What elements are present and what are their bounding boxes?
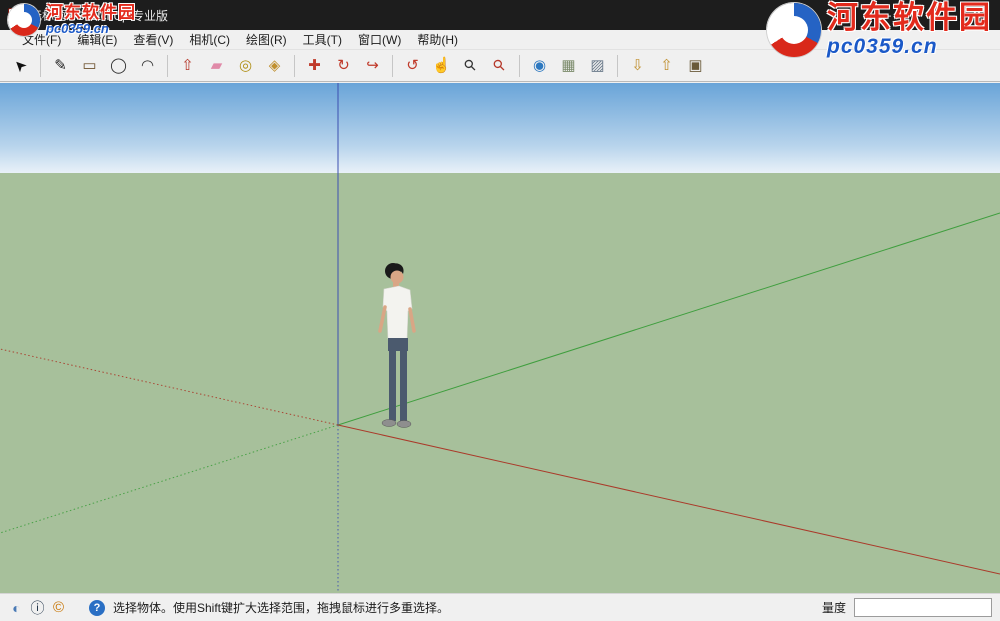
pan-icon: ☝: [432, 58, 451, 73]
orbit-tool-button[interactable]: ↺: [399, 52, 426, 79]
paint-bucket-icon: ◈: [269, 58, 281, 73]
arc-tool-button[interactable]: ◠: [134, 52, 161, 79]
zoom-icon: ⚲: [461, 56, 479, 74]
sketchup-window: 无标题 - SketchUp 专业版 — □ ✕ 文件(F) 编辑(E) 查看(…: [0, 0, 1000, 621]
offset-icon: ↪: [366, 58, 379, 73]
get-models-tool-button[interactable]: ⇩: [624, 52, 651, 79]
help-icon[interactable]: ?: [89, 600, 105, 616]
window-title: 无标题 - SketchUp 专业版: [30, 7, 168, 24]
model-info-icon[interactable]: ⓘ: [29, 599, 46, 616]
toggle-terrain-tool-button[interactable]: ▦: [555, 52, 582, 79]
menu-window[interactable]: 窗口(W): [350, 30, 409, 50]
menu-edit[interactable]: 编辑(E): [69, 30, 125, 50]
person-left-shoe: [382, 420, 396, 427]
menu-view[interactable]: 查看(V): [125, 30, 181, 50]
rotate-tool-button[interactable]: ↻: [330, 52, 357, 79]
rectangle-tool-button[interactable]: ▭: [76, 52, 103, 79]
rotate-icon: ↻: [337, 58, 350, 73]
measurements-input[interactable]: [854, 598, 992, 617]
move-icon: ✚: [308, 58, 321, 73]
line-tool-button[interactable]: ✎: [47, 52, 74, 79]
menu-tools[interactable]: 工具(T): [295, 30, 350, 50]
measurements-label: 量度: [822, 599, 846, 616]
push-pull-icon: ⇧: [181, 58, 194, 73]
toolbar-separator: [392, 55, 393, 77]
photo-textures-icon: ▨: [590, 58, 604, 73]
offset-tool-button[interactable]: ↪: [359, 52, 386, 79]
circle-tool-button[interactable]: ◯: [105, 52, 132, 79]
toolbar-separator: [617, 55, 618, 77]
menu-file[interactable]: 文件(F): [14, 30, 69, 50]
line-icon: ✎: [54, 58, 67, 73]
paint-bucket-tool-button[interactable]: ◈: [261, 52, 288, 79]
maximize-button[interactable]: □: [908, 0, 954, 30]
get-models-icon: ⇩: [631, 58, 644, 73]
sketchup-logo-icon: [8, 8, 23, 23]
person-right-shoe: [397, 421, 411, 428]
menu-camera[interactable]: 相机(C): [181, 30, 238, 50]
menu-help[interactable]: 帮助(H): [409, 30, 466, 50]
geolocation-icon[interactable]: ◐: [8, 599, 25, 616]
status-bar: ◐ ⓘ © ? 选择物体。使用Shift键扩大选择范围，拖拽鼠标进行多重选择。 …: [0, 593, 1000, 621]
title-bar: 无标题 - SketchUp 专业版 — □ ✕: [0, 0, 1000, 30]
add-location-icon: ◉: [533, 58, 546, 73]
zoom-extents-tool-button[interactable]: ⚲: [486, 52, 513, 79]
move-tool-button[interactable]: ✚: [301, 52, 328, 79]
tape-measure-icon: ◎: [239, 58, 252, 73]
menu-bar: 文件(F) 编辑(E) 查看(V) 相机(C) 绘图(R) 工具(T) 窗口(W…: [0, 30, 1000, 50]
components-icon: ▣: [688, 58, 702, 73]
toolbar-tools: ➤ ✎ ▭ ◯ ◠ ⇧ ▰ ◎ ◈ ✚ ↻ ↪ ↺ ☝ ⚲ ⚲ ◉ ▦ ▨ ⇩ ⇧ ▣: [0, 50, 1000, 82]
share-model-tool-button[interactable]: ⇧: [653, 52, 680, 79]
close-button[interactable]: ✕: [954, 0, 1000, 30]
eraser-tool-button[interactable]: ▰: [203, 52, 230, 79]
photo-textures-tool-button[interactable]: ▨: [584, 52, 611, 79]
eraser-icon: ▰: [211, 58, 223, 73]
push-pull-tool-button[interactable]: ⇧: [174, 52, 201, 79]
orbit-icon: ↺: [406, 58, 419, 73]
select-tool-button[interactable]: ➤: [7, 52, 34, 79]
zoom-extents-icon: ⚲: [490, 56, 508, 74]
toolbar-separator: [294, 55, 295, 77]
tape-measure-tool-button[interactable]: ◎: [232, 52, 259, 79]
measurements-area: 量度: [822, 598, 992, 617]
components-tool-button[interactable]: ▣: [682, 52, 709, 79]
select-icon: ➤: [11, 56, 31, 76]
toolbar-separator: [167, 55, 168, 77]
add-location-tool-button[interactable]: ◉: [526, 52, 553, 79]
sky: [0, 83, 1000, 173]
toggle-terrain-icon: ▦: [561, 58, 575, 73]
status-hint-text: 选择物体。使用Shift键扩大选择范围，拖拽鼠标进行多重选择。: [113, 599, 449, 616]
zoom-tool-button[interactable]: ⚲: [457, 52, 484, 79]
circle-icon: ◯: [110, 58, 127, 73]
menu-draw[interactable]: 绘图(R): [238, 30, 295, 50]
minimize-button[interactable]: —: [862, 0, 908, 30]
pan-tool-button[interactable]: ☝: [428, 52, 455, 79]
rectangle-icon: ▭: [82, 58, 96, 73]
person-left-leg: [389, 349, 396, 421]
person-right-leg: [400, 349, 407, 421]
person-face: [391, 271, 404, 284]
arc-icon: ◠: [141, 58, 154, 73]
toolbar-separator: [40, 55, 41, 77]
share-model-icon: ⇧: [660, 58, 673, 73]
toolbar-separator: [519, 55, 520, 77]
model-viewport[interactable]: [0, 83, 1000, 593]
credits-icon[interactable]: ©: [50, 599, 67, 616]
